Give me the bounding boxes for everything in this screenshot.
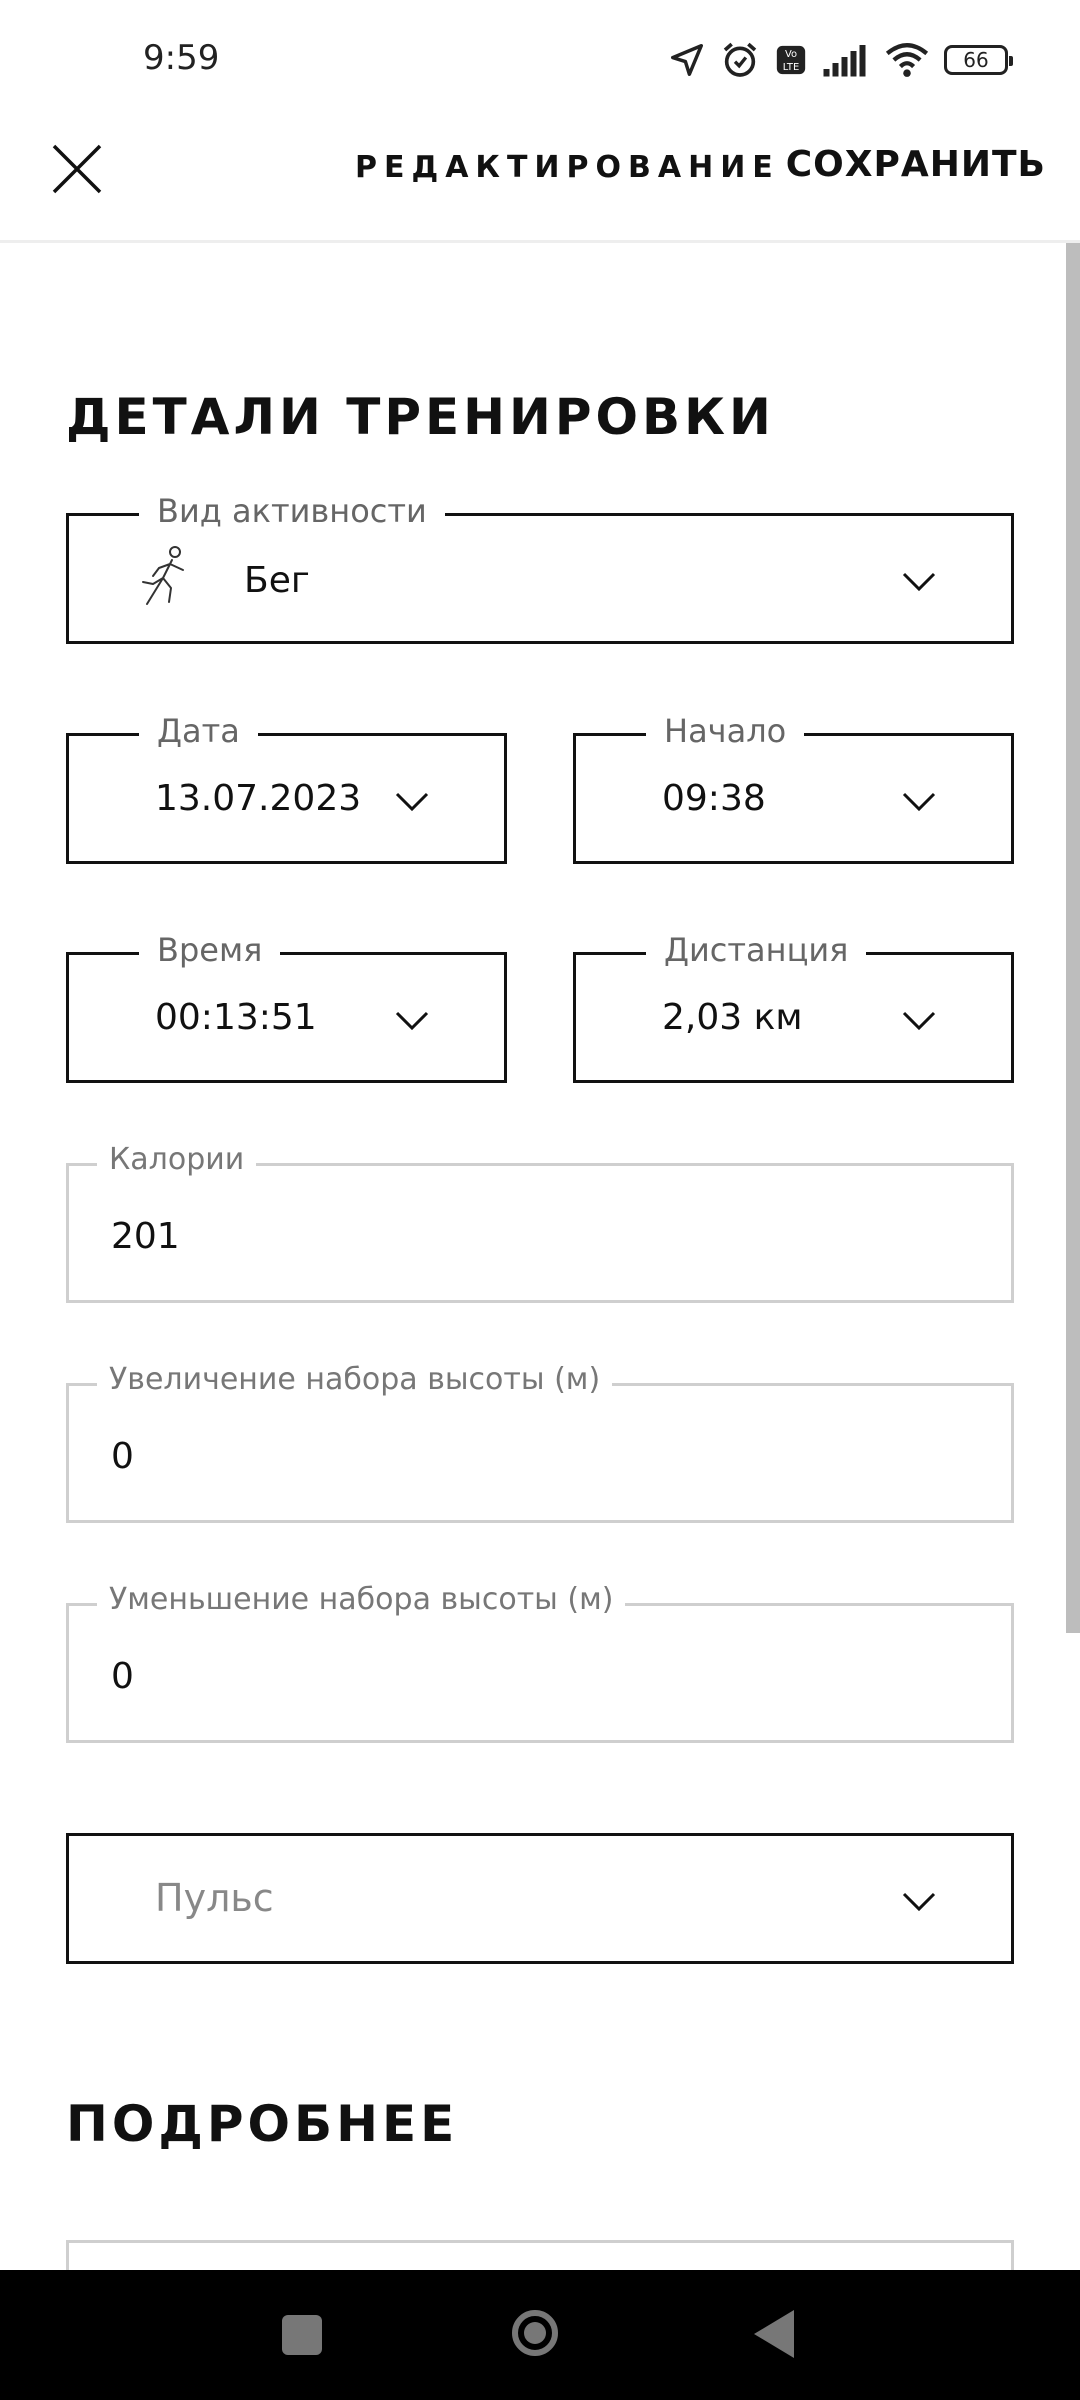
elevation-loss-field[interactable]: Уменьшение набора высоты (м) 0: [66, 1582, 1014, 1743]
pulse-select[interactable]: Пульс: [66, 1833, 1014, 1964]
distance-value: 2,03 км: [662, 997, 803, 1038]
elevation-loss-value[interactable]: 0: [111, 1656, 134, 1697]
section-title-more: ПОДРОБНЕЕ: [66, 2095, 459, 2153]
status-icons: Vo LTE 66: [668, 34, 1013, 86]
activity-type-select[interactable]: Вид активности Бег: [66, 492, 1014, 644]
svg-text:Vo: Vo: [785, 49, 797, 60]
status-time: 9:59: [143, 38, 220, 78]
duration-value: 00:13:51: [155, 997, 317, 1038]
date-select[interactable]: Дата 13.07.2023: [66, 712, 507, 864]
close-icon[interactable]: [50, 142, 104, 196]
elevation-gain-field[interactable]: Увеличение набора высоты (м) 0: [66, 1362, 1014, 1523]
wifi-icon: [885, 43, 929, 77]
distance-label: Дистанция: [646, 931, 867, 969]
chevron-down-icon: [902, 1892, 936, 1912]
signal-icon: [823, 45, 866, 77]
calories-value[interactable]: 201: [111, 1216, 180, 1257]
start-time-label: Начало: [646, 712, 805, 750]
start-time-value: 09:38: [662, 778, 766, 819]
home-button-dot: [524, 2322, 546, 2344]
section-title-details: ДЕТАЛИ ТРЕНИРОВКИ: [66, 388, 775, 446]
distance-select[interactable]: Дистанция 2,03 км: [573, 931, 1014, 1083]
battery-level: 66: [963, 48, 989, 72]
start-time-select[interactable]: Начало 09:38: [573, 712, 1014, 864]
duration-select[interactable]: Время 00:13:51: [66, 931, 507, 1083]
chevron-down-icon: [395, 1011, 429, 1031]
activity-type-value: Бег: [244, 560, 310, 601]
scrollbar[interactable]: [1066, 243, 1080, 1633]
battery-icon: 66: [944, 45, 1013, 75]
duration-label: Время: [139, 931, 281, 969]
chevron-down-icon: [902, 792, 936, 812]
back-button[interactable]: [754, 2310, 794, 2358]
elevation-gain-value[interactable]: 0: [111, 1436, 134, 1477]
chevron-down-icon: [902, 572, 936, 592]
date-label: Дата: [139, 712, 258, 750]
save-button[interactable]: СОХРАНИТЬ: [786, 144, 1046, 185]
header-divider: [0, 240, 1080, 243]
volte-icon: Vo LTE: [776, 45, 806, 75]
recents-button[interactable]: [282, 2315, 322, 2355]
activity-type-label: Вид активности: [139, 492, 445, 530]
chevron-down-icon: [902, 1011, 936, 1031]
location-arrow-icon: [671, 44, 703, 76]
calories-field[interactable]: Калории 201: [66, 1142, 1014, 1303]
elevation-loss-label: Уменьшение набора высоты (м): [97, 1582, 626, 1617]
svg-text:LTE: LTE: [783, 62, 799, 73]
pulse-placeholder: Пульс: [155, 1876, 274, 1920]
runner-icon: [142, 546, 184, 605]
date-value: 13.07.2023: [155, 778, 362, 819]
elevation-gain-label: Увеличение набора высоты (м): [97, 1362, 613, 1397]
page-title: РЕДАКТИРОВАНИЕ: [355, 150, 780, 185]
chevron-down-icon: [395, 792, 429, 812]
alarm-icon: [723, 42, 757, 77]
calories-label: Калории: [97, 1142, 257, 1177]
